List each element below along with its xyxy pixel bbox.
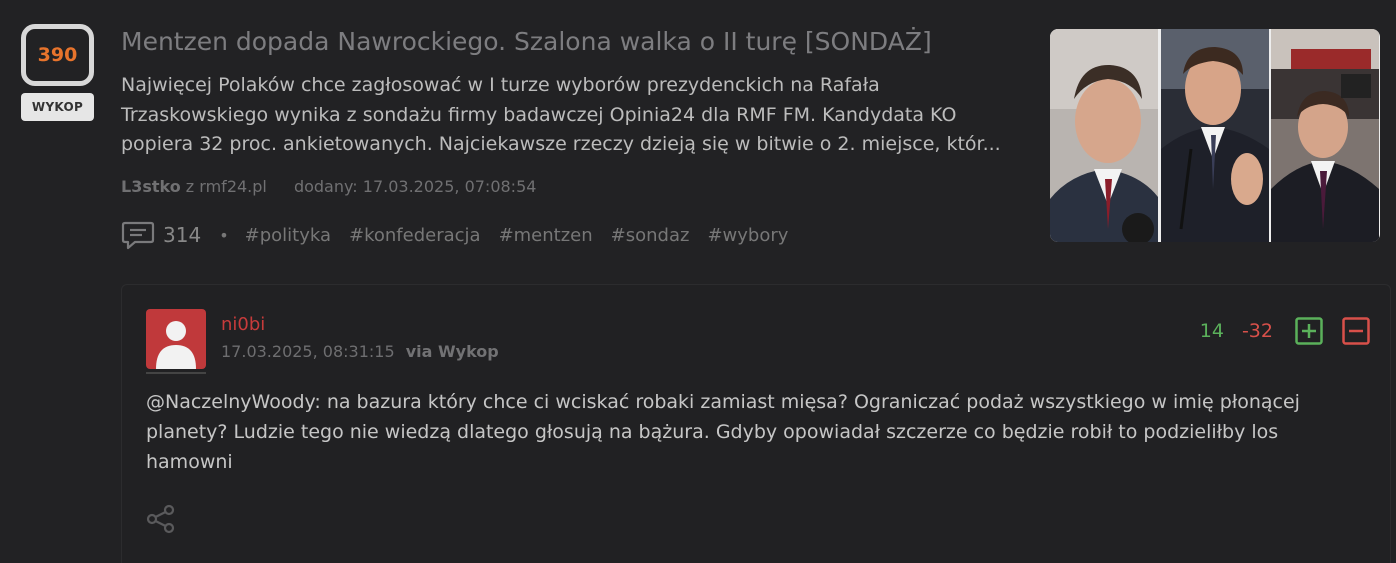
- article-description[interactable]: Najwięcej Polaków chce zagłosować w I tu…: [121, 71, 1021, 160]
- share-icon[interactable]: [145, 503, 177, 535]
- article-author[interactable]: L3stko: [121, 177, 181, 196]
- comment-mention[interactable]: @NaczelnyWoody:: [146, 391, 321, 413]
- thumbnail-photo-left: [1050, 29, 1159, 242]
- comment-card: ni0bi 17.03.2025, 08:31:15 via Wykop 14 …: [121, 284, 1391, 563]
- downvote-count: -32: [1241, 320, 1273, 342]
- article-source[interactable]: rmf24.pl: [199, 177, 267, 196]
- article-tags-row: 314 • #polityka #konfederacja #mentzen #…: [121, 219, 806, 251]
- plus-square-icon[interactable]: [1295, 317, 1323, 345]
- comment-timestamp[interactable]: 17.03.2025, 08:31:15: [221, 342, 395, 361]
- tag-link[interactable]: #sondaz: [611, 225, 690, 246]
- tag-link[interactable]: #konfederacja: [349, 225, 481, 246]
- vote-score-box: 390: [21, 24, 94, 86]
- minus-square-icon[interactable]: [1342, 317, 1370, 345]
- comment-text: @NaczelnyWoody: na bazura który chce ci …: [146, 387, 1346, 477]
- tag-link[interactable]: #wybory: [707, 225, 788, 246]
- comment-username[interactable]: ni0bi: [221, 314, 265, 335]
- separator-dot: •: [219, 225, 229, 245]
- article-title[interactable]: Mentzen dopada Nawrockiego. Szalona walk…: [121, 27, 1021, 56]
- comments-icon[interactable]: [121, 220, 155, 250]
- source-prefix: z: [185, 177, 195, 196]
- comment-via: via Wykop: [405, 342, 499, 361]
- avatar-status-bar: [146, 372, 206, 374]
- comment-meta: 17.03.2025, 08:31:15 via Wykop: [221, 342, 499, 361]
- vote-score: 390: [37, 44, 78, 66]
- wykop-vote-button[interactable]: WYKOP: [21, 93, 94, 121]
- tag-link[interactable]: #polityka: [245, 225, 331, 246]
- user-avatar[interactable]: [146, 309, 206, 369]
- comment-votes: 14 -32: [1200, 317, 1370, 345]
- article-thumbnail[interactable]: [1050, 29, 1380, 242]
- article-meta: L3stko z rmf24.pl dodany: 17.03.2025, 07…: [121, 177, 536, 196]
- thumbnail-photo-middle: [1160, 29, 1270, 242]
- tag-link[interactable]: #mentzen: [499, 225, 593, 246]
- comment-count[interactable]: 314: [163, 223, 201, 247]
- upvote-count: 14: [1199, 320, 1224, 342]
- thumbnail-photo-right: [1271, 29, 1380, 242]
- article-date: dodany: 17.03.2025, 07:08:54: [293, 177, 537, 196]
